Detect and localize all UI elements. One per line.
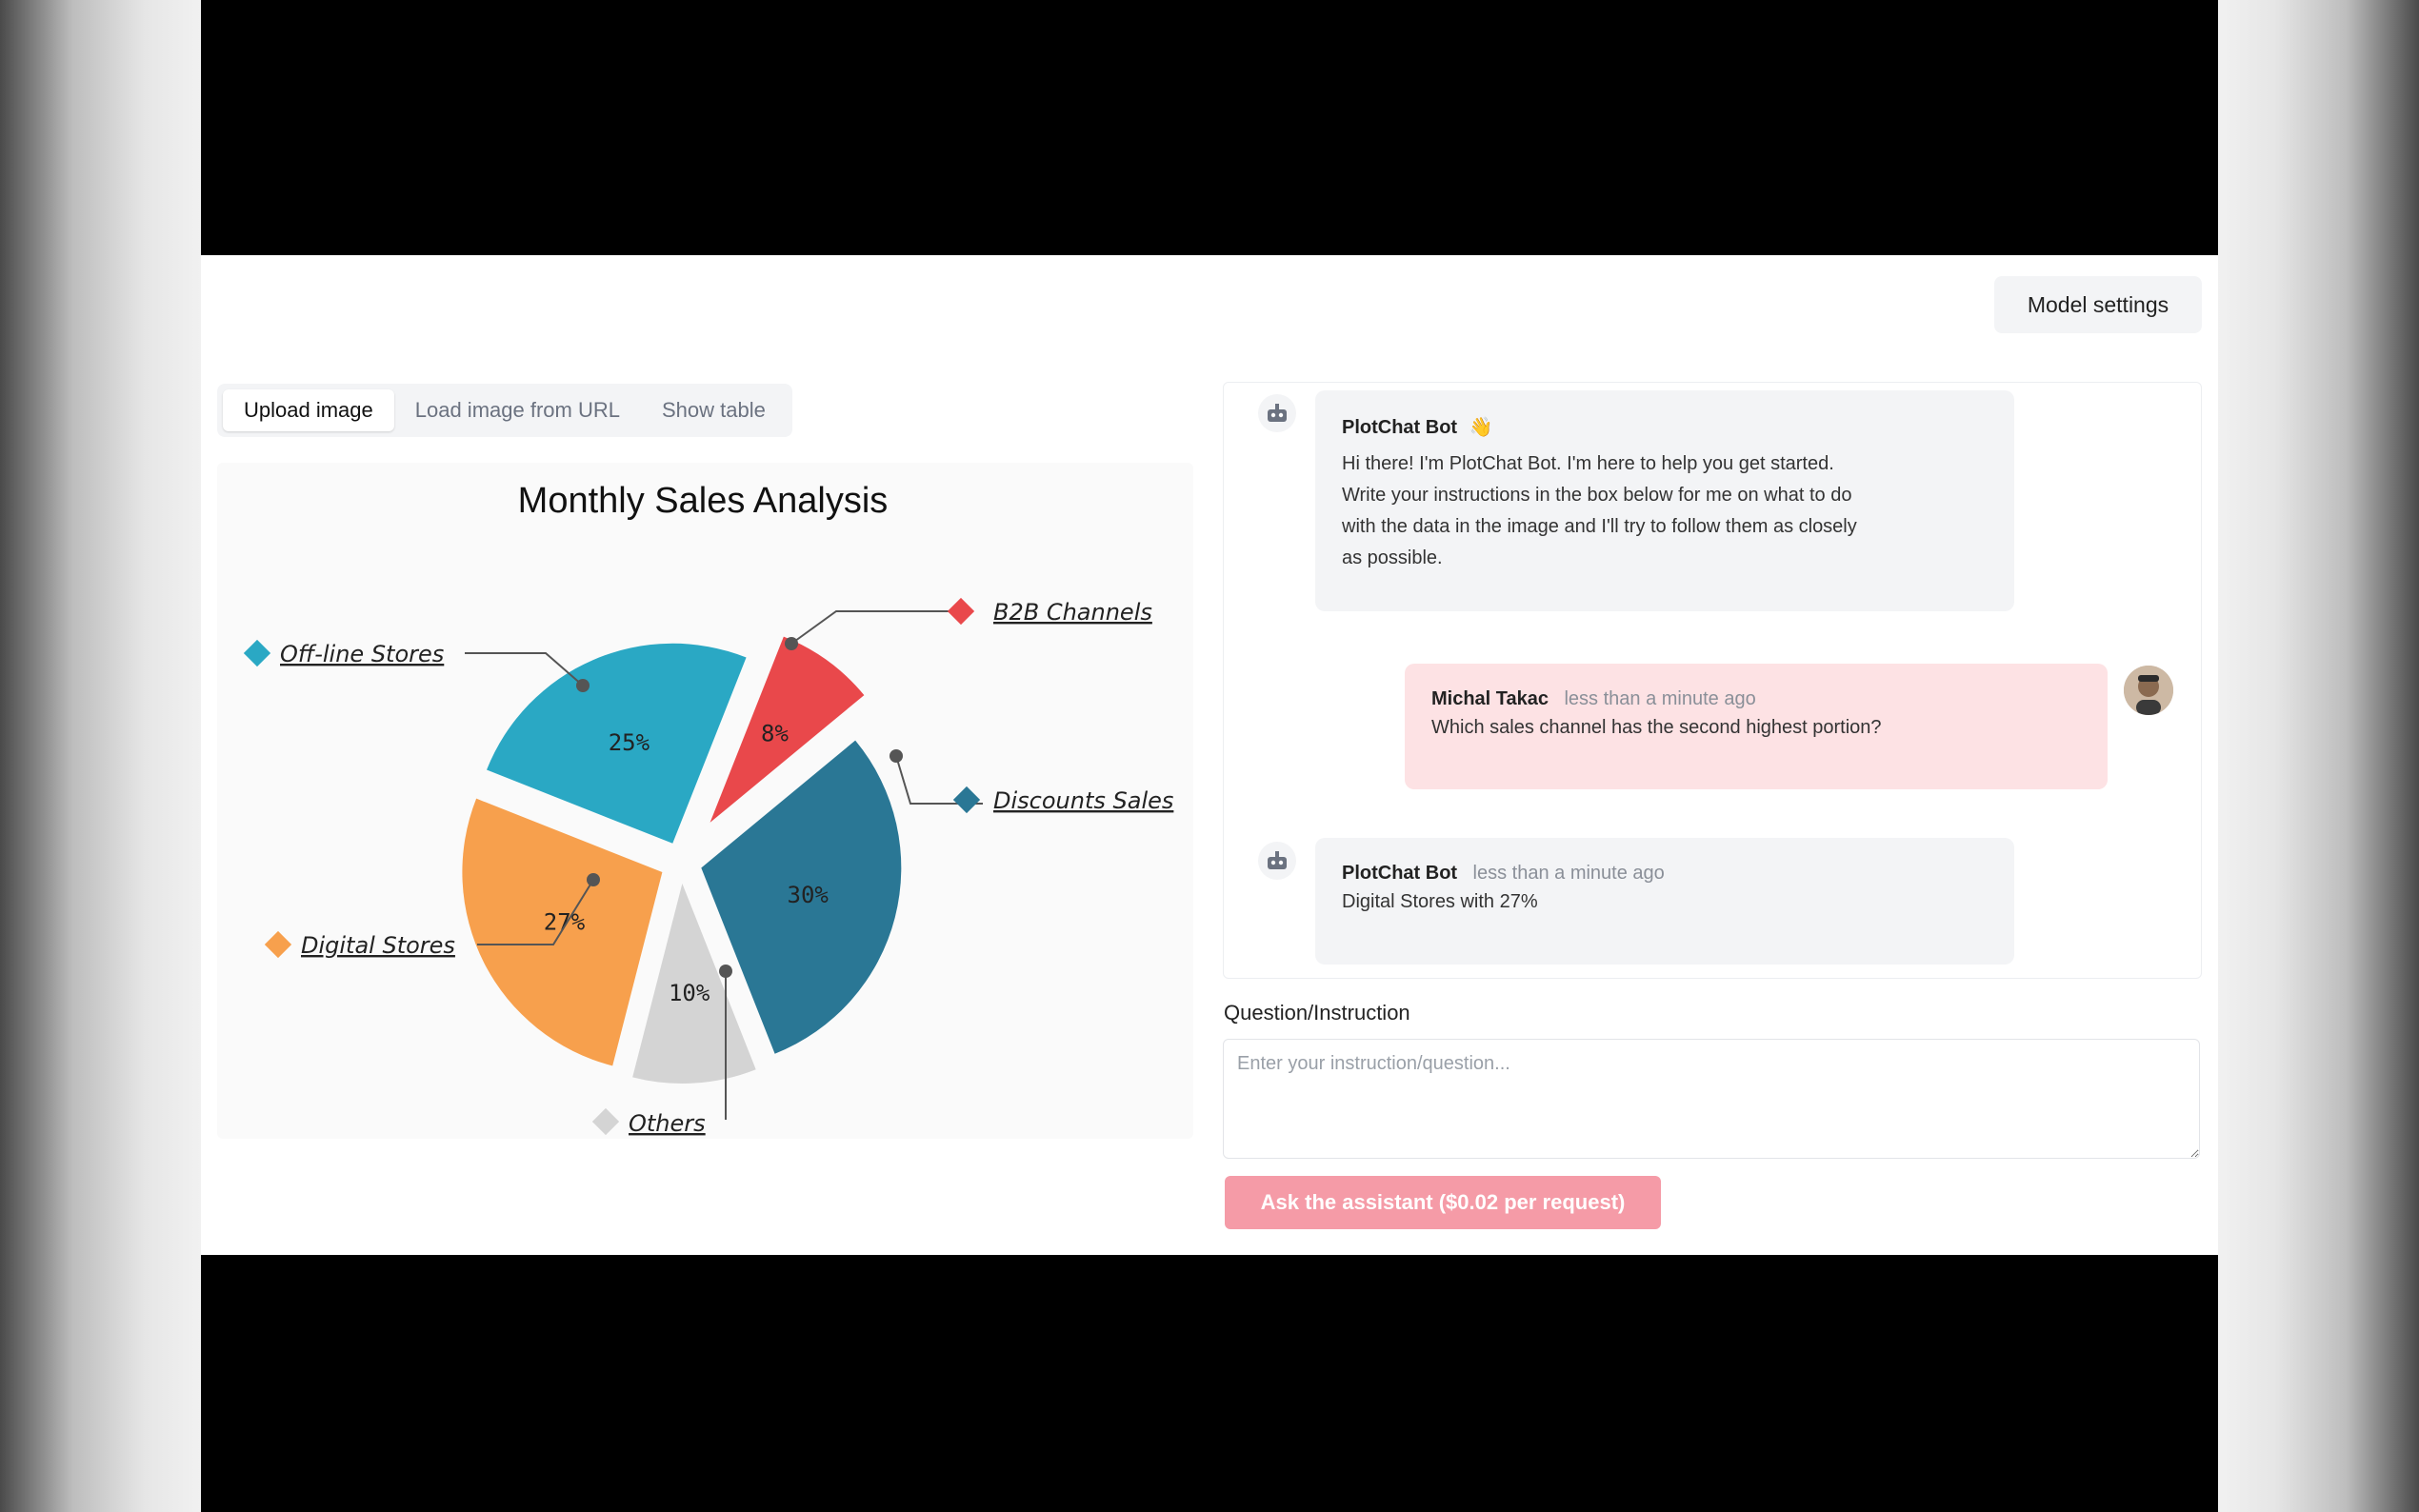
message-timestamp: less than a minute ago: [1472, 863, 1665, 884]
slice-value-label: 8%: [761, 720, 789, 746]
legend-label-others: Others: [629, 1110, 706, 1137]
bot-avatar-icon: [1258, 394, 1296, 432]
callout-dot: [576, 679, 590, 692]
callout-dot: [587, 873, 600, 886]
callout-line: [790, 610, 960, 645]
plotchat-app: Model settings Upload image Load image f…: [201, 255, 2218, 1255]
message-sender: Michal Takac: [1431, 688, 1549, 709]
callout-dot: [719, 965, 732, 978]
slice-value-label: 27%: [544, 908, 586, 935]
message-sender: PlotChat Bot: [1342, 863, 1458, 884]
bot-message-bubble: PlotChat Bot less than a minute ago Digi…: [1315, 838, 2014, 965]
tab-upload-image[interactable]: Upload image: [223, 389, 394, 431]
tab-load-image-from-url[interactable]: Load image from URL: [394, 389, 641, 431]
slice-value-label: 25%: [609, 729, 650, 756]
ask-assistant-button[interactable]: Ask the assistant ($0.02 per request): [1225, 1176, 1661, 1229]
legend-label-discounts-sales: Discounts Sales: [993, 787, 1173, 814]
model-settings-button[interactable]: Model settings: [1994, 276, 2202, 333]
message-sender: PlotChat Bot: [1342, 417, 1458, 438]
tab-show-table[interactable]: Show table: [641, 389, 787, 431]
callout-dot: [785, 637, 798, 650]
user-avatar: [2124, 666, 2173, 715]
bot-avatar-icon: [1258, 842, 1296, 880]
slice-value-label: 30%: [788, 882, 830, 908]
question-label: Question/Instruction: [1224, 1001, 1410, 1025]
legend-diamond-icon: [264, 930, 292, 959]
pie-chart: Monthly Sales Analysis 8% B2B Channels 30%…: [243, 481, 1173, 1137]
chart-title: Monthly Sales Analysis: [518, 481, 889, 521]
legend-diamond-icon: [947, 597, 975, 626]
legend-label-b2b-channels: B2B Channels: [993, 599, 1152, 626]
message-timestamp: less than a minute ago: [1564, 688, 1756, 709]
chat-history: PlotChat Bot 👋 Hi there! I'm PlotChat Bo…: [1223, 382, 2202, 979]
legend-label-digital-stores: Digital Stores: [301, 932, 455, 959]
message-text: Which sales channel has the second highe…: [1431, 717, 1882, 738]
question-input[interactable]: [1223, 1039, 2200, 1159]
bot-message-bubble: PlotChat Bot 👋 Hi there! I'm PlotChat Bo…: [1315, 390, 2014, 611]
legend-diamond-icon: [591, 1107, 620, 1136]
wave-emoji: 👋: [1469, 417, 1493, 438]
user-message-bubble: Michal Takac less than a minute ago Whic…: [1405, 664, 2108, 789]
slice-value-label: 10%: [669, 980, 710, 1006]
message-text: Digital Stores with 27%: [1342, 891, 1538, 912]
legend-label-off-line-stores: Off-line Stores: [280, 641, 444, 667]
legend-diamond-icon: [243, 639, 271, 667]
message-text: Hi there! I'm PlotChat Bot. I'm here to …: [1342, 453, 1857, 568]
image-source-tabs: Upload image Load image from URL Show ta…: [217, 384, 792, 437]
callout-dot: [890, 749, 903, 763]
pie-chart-image: Monthly Sales Analysis 8% B2B Channels 30%…: [217, 463, 1193, 1139]
legend-diamond-icon: [952, 786, 981, 814]
